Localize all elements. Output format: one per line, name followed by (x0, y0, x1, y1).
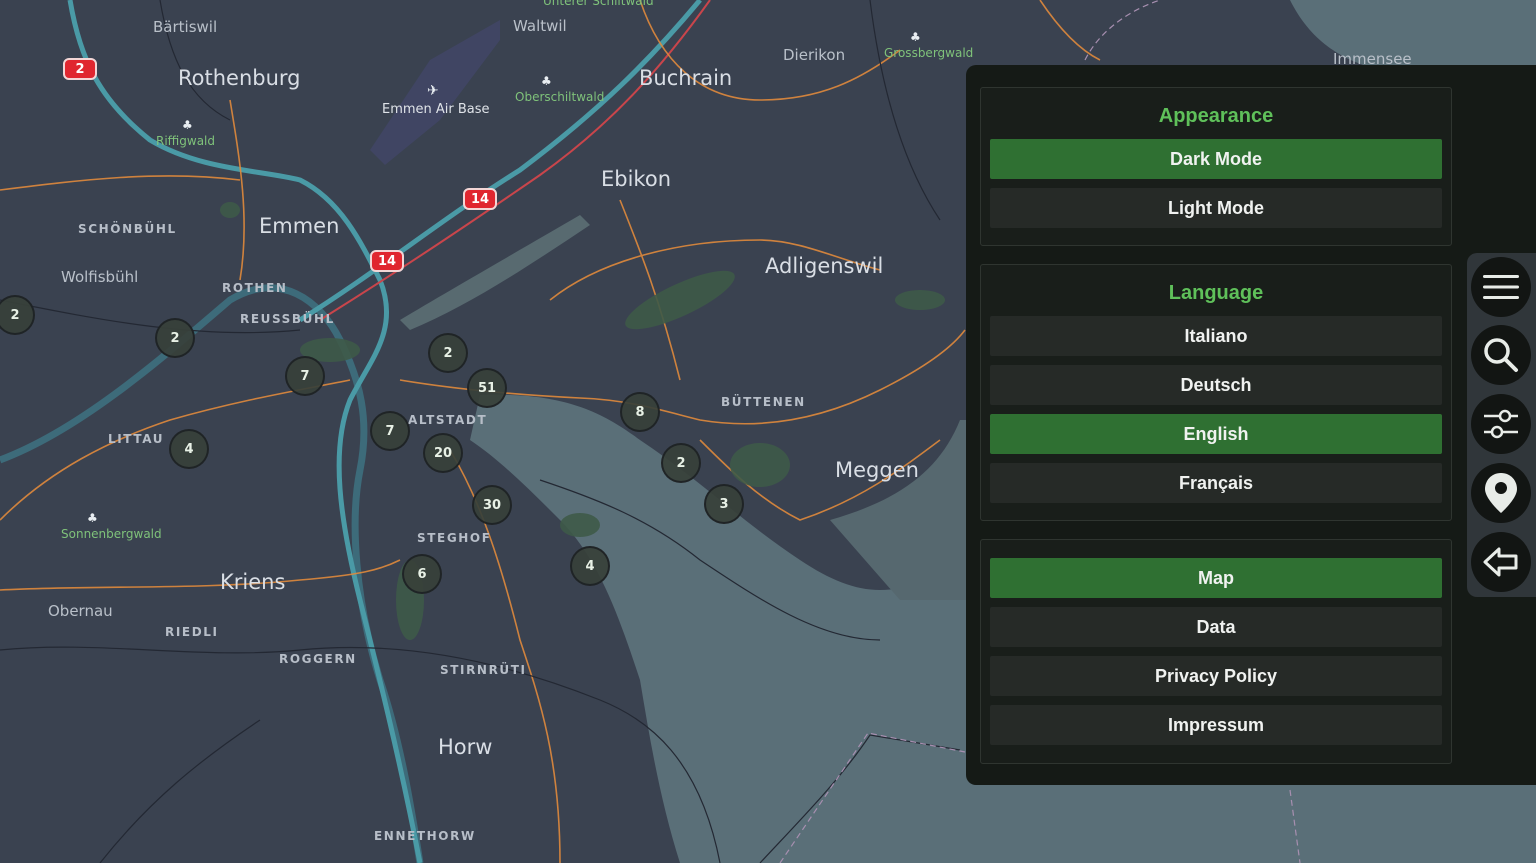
airport-icon: ✈ (427, 83, 439, 99)
map-village-label: Dierikon (783, 46, 846, 64)
menu-button[interactable] (1471, 257, 1531, 317)
map-district-label: BÜTTENEN (721, 395, 806, 409)
map-district-label: STEGHOF (417, 531, 492, 545)
map-village-label: Bärtiswil (153, 18, 218, 36)
map-cluster-marker[interactable]: 8 (620, 392, 660, 432)
map-cluster-marker[interactable]: 6 (402, 554, 442, 594)
appearance-dark-mode-button[interactable]: Dark Mode (990, 139, 1442, 179)
map-village-label: Waltwil (513, 17, 567, 35)
search-icon (1484, 338, 1518, 372)
filter-sliders-icon (1484, 409, 1518, 439)
map-town-label: Rothenburg (178, 66, 301, 90)
map-town-label: Adligenswil (765, 254, 884, 278)
tree-icon: ♣ (87, 511, 98, 525)
appearance-section: Appearance Dark Mode Light Mode (980, 87, 1452, 246)
map-town-label: Buchrain (639, 66, 733, 90)
back-button[interactable] (1471, 532, 1531, 592)
map-district-label: ENNETHORW (374, 829, 476, 843)
highway-shield: 2 (63, 58, 97, 80)
map-town-label: Meggen (835, 458, 919, 482)
map-district-label: SCHÖNBÜHL (78, 222, 177, 236)
map-cluster-marker[interactable]: 7 (370, 411, 410, 451)
tree-icon: ♣ (182, 118, 193, 132)
highway-shield: 14 (370, 250, 404, 272)
map-district-label: REUSSBÜHL (240, 312, 335, 326)
map-village-label: Wolfisbühl (61, 268, 139, 286)
language-italiano-button[interactable]: Italiano (990, 316, 1442, 356)
nav-impressum-button[interactable]: Impressum (990, 705, 1442, 745)
map-cluster-marker[interactable]: 3 (704, 484, 744, 524)
nav-privacy-policy-button[interactable]: Privacy Policy (990, 656, 1442, 696)
map-forest-label: Unterer Schiltwald (543, 0, 654, 8)
settings-panel: Appearance Dark Mode Light Mode Language … (966, 65, 1536, 785)
navigation-section: Map Data Privacy Policy Impressum (980, 539, 1452, 764)
back-arrow-icon (1483, 547, 1518, 577)
map-cluster-marker[interactable]: 30 (472, 485, 512, 525)
map-cluster-marker[interactable]: 4 (169, 429, 209, 469)
location-pin-icon (1485, 473, 1517, 513)
appearance-title: Appearance (1158, 105, 1274, 127)
map-district-label: ALTSTADT (408, 413, 488, 427)
tree-icon: ♣ (541, 74, 552, 88)
search-button[interactable] (1471, 325, 1531, 385)
map-cluster-marker[interactable]: 51 (467, 368, 507, 408)
location-button[interactable] (1471, 463, 1531, 523)
appearance-light-mode-button[interactable]: Light Mode (990, 188, 1442, 228)
map-district-label: LITTAU (108, 432, 165, 446)
filter-button[interactable] (1471, 394, 1531, 454)
map-village-label: Obernau (48, 602, 113, 620)
language-deutsch-button[interactable]: Deutsch (990, 365, 1442, 405)
map-cluster-marker[interactable]: 2 (155, 318, 195, 358)
language-english-button[interactable]: English (990, 414, 1442, 454)
side-toolbar (1467, 253, 1536, 597)
map-cluster-marker[interactable]: 2 (428, 333, 468, 373)
map-cluster-marker[interactable]: 7 (285, 356, 325, 396)
map-forest-label: Grossbergwald (884, 46, 974, 60)
map-town-label: Kriens (220, 570, 286, 594)
map-cluster-marker[interactable]: 4 (570, 546, 610, 586)
map-district-label: ROTHEN (222, 281, 288, 295)
language-section: Language Italiano Deutsch English Français (980, 264, 1452, 521)
map-district-label: ROGGERN (279, 652, 357, 666)
map-district-label: RIEDLI (165, 625, 219, 639)
map-poi-label: Emmen Air Base (382, 102, 490, 117)
map-town-label: Horw (438, 735, 493, 759)
nav-map-button[interactable]: Map (990, 558, 1442, 598)
map-forest-label: Riffigwald (156, 134, 216, 148)
map-town-label: Emmen (259, 214, 340, 238)
nav-data-button[interactable]: Data (990, 607, 1442, 647)
map-forest-label: Sonnenbergwald (61, 527, 162, 541)
tree-icon: ♣ (910, 30, 921, 44)
language-title: Language (1168, 282, 1264, 304)
map-cluster-marker[interactable]: 20 (423, 433, 463, 473)
map-town-label: Ebikon (601, 167, 672, 191)
map-forest-label: Oberschiltwald (515, 90, 605, 104)
menu-icon (1483, 275, 1519, 299)
language-fran-ais-button[interactable]: Français (990, 463, 1442, 503)
map-cluster-marker[interactable]: 2 (661, 443, 701, 483)
map-district-label: STIRNRÜTI (440, 663, 527, 677)
highway-shield: 14 (463, 188, 497, 210)
